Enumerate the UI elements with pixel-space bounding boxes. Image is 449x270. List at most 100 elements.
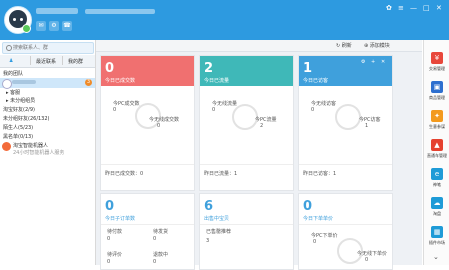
app-trade-management[interactable]: ¥ 交易管理 (426, 52, 448, 80)
card-number: 0 (303, 199, 313, 214)
app-magic-pen[interactable]: e 神笔 (426, 168, 448, 196)
ad-icon: ▲ (431, 139, 443, 151)
card-visitors-today[interactable]: 1 今日已访客 ⚙ + ✕ 今无线访客 0 今PC访客 1 昨日已访客：1 (298, 55, 393, 191)
contact-tabs: ♟ 最近联系 我的群 (0, 55, 95, 68)
group-my-team[interactable]: 我的团队 (3, 70, 23, 77)
minimize-button[interactable]: — (410, 4, 417, 12)
card-label: 今日已访客 (303, 78, 329, 84)
card-number: 2 (204, 61, 214, 76)
tab-divider (62, 56, 63, 65)
sub2-label: 今PC访客 (359, 117, 381, 123)
refunding-value: 0 (153, 259, 157, 265)
app-ad-management[interactable]: ▲ 直通车管理 (426, 139, 448, 167)
plugin-icon: ▦ (431, 226, 443, 238)
robot-desc: 24小时智能机器人服务 (13, 150, 65, 156)
sold-out-value: 3 (206, 238, 210, 244)
card-traffic-today[interactable]: 2 今日已流量 今无线流量 0 今PC流量 2 昨日已流量：1 (199, 55, 294, 191)
card-order-price-today[interactable]: 0 今日下单单价 今PC下单价 0 今无线下单价 0 (298, 193, 393, 270)
sub1-value: 0 (311, 107, 315, 113)
group-strangers[interactable]: 陌生人(5/23) (3, 124, 33, 131)
menu-icon[interactable]: ≡ (398, 4, 404, 12)
card-header: 0 今日已成交数 (101, 56, 194, 86)
group-ungrouped-members[interactable]: ▸ 未分组组员 (6, 97, 35, 104)
sub1-label: 今PC下单价 (311, 233, 338, 239)
card-label: 今日已成交数 (105, 78, 136, 84)
card-header: 6 出售中宝贝 (200, 194, 293, 224)
card-orders-today[interactable]: 0 今日已成交数 今PC成交数 0 今无线成交数 0 昨日已成交数：0 (100, 55, 195, 191)
card-items-on-sale[interactable]: 6 出售中宝贝 已售罄推荐 3 (199, 193, 294, 270)
robot-avatar-icon (2, 142, 11, 151)
pending-payment-label: 待付款 (107, 229, 123, 235)
sub2-label: 今PC流量 (255, 117, 277, 123)
close-button[interactable]: ✕ (436, 4, 442, 12)
card-header: 1 今日已访客 ⚙ + ✕ (299, 56, 392, 86)
card-suborders-today[interactable]: 0 今日子订单数 待付款 0 待发货 0 待评价 0 退款中 0 (100, 193, 195, 270)
tab-contacts-icon[interactable]: ♟ (9, 58, 13, 64)
sub1-value: 0 (212, 107, 216, 113)
card-footer: 昨日已成交数：0 (105, 171, 144, 177)
sub1-value: 0 (113, 107, 117, 113)
add-module-label: 添加模块 (369, 43, 390, 49)
selected-contact[interactable]: 3 (0, 78, 95, 89)
sold-out-label: 已售罄推荐 (206, 229, 232, 235)
app-cloud-disk[interactable]: ☁ 淘盘 (426, 197, 448, 225)
dashboard: ↻ 刷新 ⊕ 添加模块 0 今日已成交数 今PC成交数 0 今无线成交数 0 昨… (96, 40, 422, 270)
robot-contact[interactable]: 淘宝智能机器人 24小时智能机器人服务 (2, 141, 94, 157)
group-taobao-friends[interactable]: 淘宝好友(2/9) (3, 106, 35, 113)
dashboard-header: ↻ 刷新 ⊕ 添加模块 (96, 40, 422, 52)
card-divider (101, 224, 194, 225)
card-divider (299, 164, 392, 165)
robot-name: 淘宝智能机器人 (13, 143, 49, 149)
tab-recent[interactable]: 最近联系 (36, 58, 56, 65)
card-settings-icon[interactable]: ⚙ (361, 59, 365, 65)
sub2-label: 今无线下单价 (357, 251, 388, 257)
sub2-value: 0 (157, 123, 161, 129)
tab-groups[interactable]: 我的群 (68, 58, 83, 65)
group-label: 未分组组员 (10, 98, 36, 104)
app-business-advisor[interactable]: ✦ 生意参谋 (426, 110, 448, 138)
app-label: 生意参谋 (429, 124, 445, 129)
search-icon (6, 45, 12, 51)
app-product-management[interactable]: ▣ 商品管理 (426, 81, 448, 109)
card-add-icon[interactable]: + (371, 59, 375, 65)
group-ungrouped-friends[interactable]: 未分组好友(26/132) (3, 115, 50, 122)
sub1-value: 0 (313, 239, 317, 245)
card-label: 出售中宝贝 (204, 216, 230, 222)
group-blacklist[interactable]: 黑名单(0/13) (3, 133, 33, 140)
card-divider (101, 164, 194, 165)
skin-icon[interactable]: ✿ (386, 4, 392, 12)
refresh-button[interactable]: ↻ 刷新 (336, 42, 352, 49)
phone-icon[interactable]: ☎ (62, 21, 72, 31)
restore-button[interactable]: □ (423, 4, 430, 12)
app-label: 淘盘 (433, 211, 441, 216)
sub2-label: 今无线成交数 (149, 117, 180, 123)
advisor-icon: ✦ (431, 110, 443, 122)
card-number: 0 (105, 199, 115, 214)
refunding-label: 退款中 (153, 252, 169, 258)
card-close-icon[interactable]: ✕ (381, 59, 385, 65)
sub1-label: 今无线流量 (212, 101, 238, 107)
avatar-eye-right (20, 18, 23, 21)
app-label: 神笔 (433, 182, 441, 187)
search-box[interactable] (2, 42, 94, 54)
scroll-down-icon[interactable]: ⌄ (433, 253, 439, 261)
account-name-redacted (36, 8, 78, 14)
card-label: 今日下单单价 (303, 216, 334, 222)
card-footer: 昨日已流量：1 (204, 171, 238, 177)
ring-chart (335, 104, 361, 130)
pending-review-value: 0 (107, 259, 111, 265)
app-plugin-market[interactable]: ▦ 插件市场 (426, 226, 448, 254)
pending-shipment-label: 待发货 (153, 229, 169, 235)
add-module-button[interactable]: ⊕ 添加模块 (364, 42, 390, 49)
card-label: 今日子订单数 (105, 216, 136, 222)
mail-icon[interactable]: ✉ (36, 21, 46, 31)
card-label: 今日已流量 (204, 78, 230, 84)
settings-icon[interactable]: ⚙ (49, 21, 59, 31)
sub1-label: 今PC成交数 (113, 101, 140, 107)
cloud-icon: ☁ (431, 197, 443, 209)
title-bar: ✉ ⚙ ☎ ✿ ≡ — □ ✕ (0, 0, 449, 40)
group-customer-service[interactable]: ▸ 客服 (6, 89, 20, 96)
search-input[interactable] (13, 43, 89, 52)
sub2-value: 0 (365, 257, 369, 263)
online-status-icon[interactable] (22, 24, 31, 33)
